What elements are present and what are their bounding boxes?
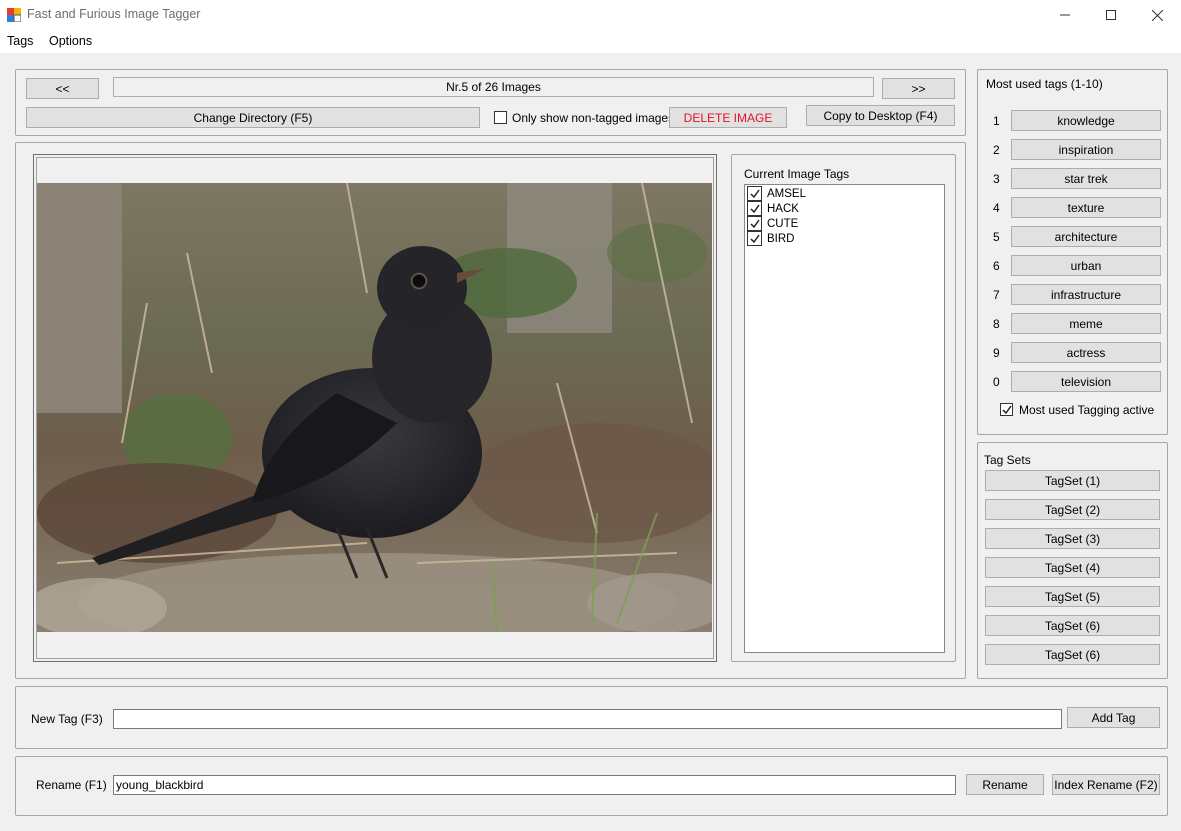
shortcut-key-label: 0 [993, 375, 1000, 389]
tag-set-button-6[interactable]: TagSet (6) [985, 615, 1160, 636]
close-icon [1151, 9, 1163, 21]
tag-set-button-1[interactable]: TagSet (1) [985, 470, 1160, 491]
tag-label: CUTE [767, 217, 799, 230]
rename-input[interactable] [113, 775, 956, 795]
current-tags-list[interactable]: AMSEL HACK CUTE BIRD [744, 184, 945, 653]
tag-item-amsel[interactable]: AMSEL [747, 186, 806, 201]
tag-label: BIRD [767, 232, 795, 245]
shortcut-key-label: 8 [993, 317, 1000, 331]
most-used-tag-button[interactable]: inspiration [1011, 139, 1161, 160]
tag-checkbox[interactable] [747, 231, 762, 246]
tag-label: HACK [767, 202, 799, 215]
shortcut-key-label: 5 [993, 230, 1000, 244]
tag-item-bird[interactable]: BIRD [747, 231, 794, 246]
most-used-tag-button[interactable]: actress [1011, 342, 1161, 363]
shortcut-key-label: 1 [993, 114, 1000, 128]
most-used-tag-button[interactable]: star trek [1011, 168, 1161, 189]
check-icon [749, 204, 760, 213]
check-icon [1001, 405, 1012, 414]
check-icon [749, 219, 760, 228]
most-used-tag-button[interactable]: architecture [1011, 226, 1161, 247]
menu-tags[interactable]: Tags [7, 34, 33, 48]
add-tag-button[interactable]: Add Tag [1067, 707, 1160, 728]
rename-label: Rename (F1) [36, 778, 107, 792]
change-directory-button[interactable]: Change Directory (F5) [26, 107, 480, 128]
most-used-active-label: Most used Tagging active [1019, 403, 1155, 417]
tag-checkbox[interactable] [747, 216, 762, 231]
tag-set-button-5[interactable]: TagSet (5) [985, 586, 1160, 607]
next-image-button[interactable]: >> [882, 78, 955, 99]
menu-options[interactable]: Options [49, 34, 92, 48]
most-used-title: Most used tags (1-10) [986, 77, 1103, 91]
window-title: Fast and Furious Image Tagger [27, 7, 201, 21]
maximize-icon [1106, 10, 1116, 20]
new-tag-label: New Tag (F3) [31, 712, 103, 726]
most-used-tag-button[interactable]: texture [1011, 197, 1161, 218]
shortcut-key-label: 2 [993, 143, 1000, 157]
tag-item-cute[interactable]: CUTE [747, 216, 798, 231]
minimize-icon [1060, 14, 1070, 16]
minimize-button[interactable] [1042, 0, 1088, 30]
bird-photo [37, 183, 712, 632]
close-button[interactable] [1134, 0, 1180, 30]
current-tags-title: Current Image Tags [744, 167, 850, 181]
image-counter: Nr.5 of 26 Images [113, 77, 874, 97]
tag-set-button-4[interactable]: TagSet (4) [985, 557, 1160, 578]
maximize-button[interactable] [1088, 0, 1134, 30]
most-used-tag-button[interactable]: infrastructure [1011, 284, 1161, 305]
most-used-tag-button[interactable]: knowledge [1011, 110, 1161, 131]
app-icon [7, 8, 21, 22]
rename-button[interactable]: Rename [966, 774, 1044, 795]
previous-image-button[interactable]: << [26, 78, 99, 99]
index-rename-button[interactable]: Index Rename (F2) [1052, 774, 1160, 795]
only-untagged-checkbox[interactable] [494, 111, 507, 124]
tag-set-button-7[interactable]: TagSet (6) [985, 644, 1160, 665]
check-icon [749, 234, 760, 243]
tag-sets-title: Tag Sets [984, 453, 1031, 467]
shortcut-key-label: 9 [993, 346, 1000, 360]
tag-checkbox[interactable] [747, 201, 762, 216]
tag-checkbox[interactable] [747, 186, 762, 201]
tag-set-button-3[interactable]: TagSet (3) [985, 528, 1160, 549]
tag-label: AMSEL [767, 187, 806, 200]
most-used-tag-button[interactable]: meme [1011, 313, 1161, 334]
copy-to-desktop-button[interactable]: Copy to Desktop (F4) [806, 105, 955, 126]
new-tag-input[interactable] [113, 709, 1062, 729]
only-untagged-label: Only show non-tagged images [512, 111, 675, 125]
delete-image-button[interactable]: DELETE IMAGE [669, 107, 787, 128]
shortcut-key-label: 3 [993, 172, 1000, 186]
most-used-tag-button[interactable]: urban [1011, 255, 1161, 276]
shortcut-key-label: 4 [993, 201, 1000, 215]
most-used-tag-button[interactable]: television [1011, 371, 1161, 392]
shortcut-key-label: 6 [993, 259, 1000, 273]
check-icon [749, 189, 760, 198]
most-used-active-checkbox[interactable] [1000, 403, 1013, 416]
menu-bar [0, 30, 1181, 53]
tag-item-hack[interactable]: HACK [747, 201, 799, 216]
shortcut-key-label: 7 [993, 288, 1000, 302]
tag-set-button-2[interactable]: TagSet (2) [985, 499, 1160, 520]
